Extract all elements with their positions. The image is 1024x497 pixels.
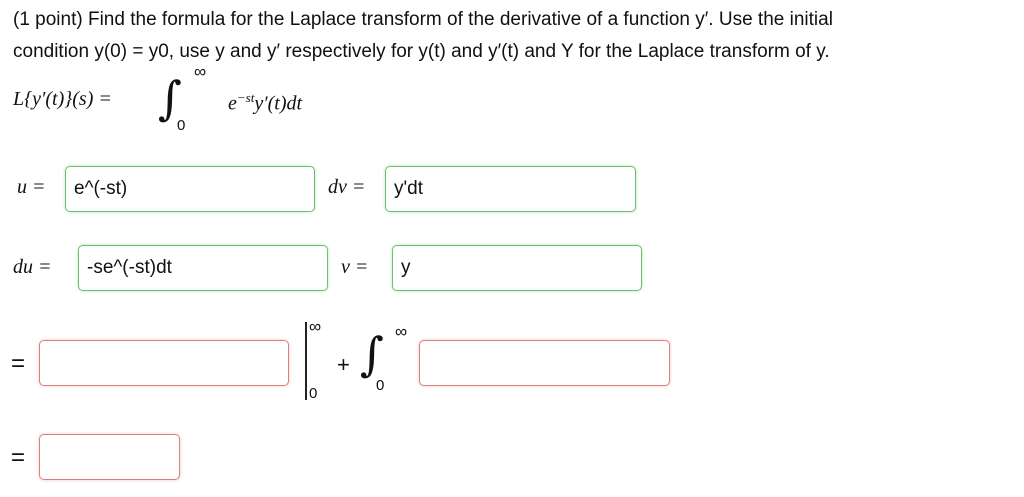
integrand-exponent: −st (236, 90, 255, 105)
step2-equals: = (11, 444, 26, 471)
problem-line-2: condition y(0) = y0, use y and y′ respec… (13, 41, 830, 62)
step1-first-input[interactable] (39, 340, 289, 386)
eval-lower-limit: 0 (309, 385, 318, 402)
eval-upper-limit: ∞ (309, 317, 322, 336)
u-input[interactable] (65, 166, 315, 212)
integral-upper-limit: ∞ (194, 62, 207, 81)
step1-second-input[interactable] (419, 340, 670, 386)
step1-plus: + (337, 352, 350, 377)
problem-line-1: (1 point) Find the formula for the Lapla… (13, 9, 833, 30)
step1-integral-sign: ∫ (360, 327, 384, 381)
integrand-base: e (228, 92, 237, 115)
definition-lhs: L{y′(t)}(s) = (13, 88, 112, 110)
step1-integral-lower: 0 (376, 377, 385, 394)
evaluation-bar (305, 322, 307, 400)
integral-lower-limit: 0 (177, 117, 186, 134)
dv-label: dv = (328, 176, 366, 198)
step1-equals: = (11, 350, 26, 377)
integrand-rest: y′(t)dt (254, 92, 303, 115)
du-label: du = (13, 256, 52, 278)
integrand: e−sty′(t)dt (228, 90, 302, 116)
step2-input[interactable] (39, 434, 180, 480)
dv-input[interactable] (385, 166, 636, 212)
du-input[interactable] (78, 245, 328, 291)
v-label: v = (341, 256, 369, 278)
step1-integral-upper: ∞ (395, 322, 408, 341)
v-input[interactable] (392, 245, 642, 291)
u-label: u = (17, 176, 46, 198)
